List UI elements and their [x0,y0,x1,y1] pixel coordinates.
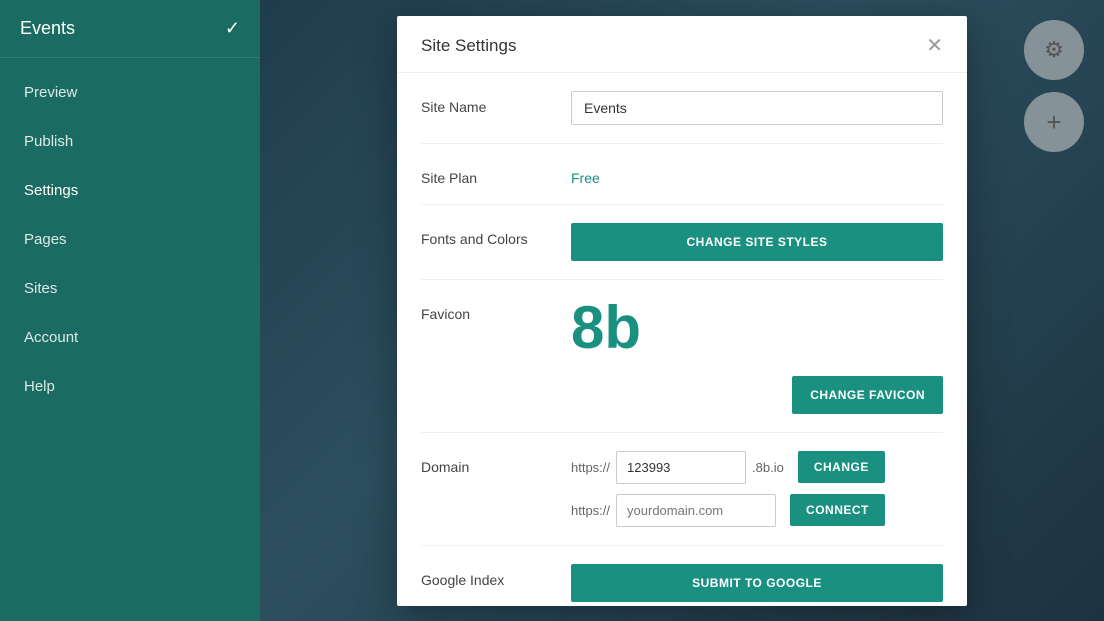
primary-domain-prefix: https:// [571,460,610,475]
primary-domain-suffix: .8b.io [752,460,784,475]
custom-domain-row: https:// CONNECT [571,494,943,527]
change-favicon-button[interactable]: CHANGE FAVICON [792,376,943,414]
sidebar: Events ✓ Preview Publish Settings Pages … [0,0,260,621]
google-index-content: SUBMIT TO GOOGLE [571,564,943,602]
domain-label: Domain [421,451,551,475]
site-name-content [571,91,943,125]
site-name-input[interactable] [571,91,943,125]
connect-domain-button[interactable]: CONNECT [790,494,885,526]
sidebar-item-publish[interactable]: Publish [0,117,260,166]
favicon-display: 8b [571,298,943,358]
site-settings-modal: Site Settings ✕ Site Name Site Plan Free [397,16,967,606]
sidebar-check-icon: ✓ [225,18,240,39]
change-site-styles-button[interactable]: CHANGE SITE STYLES [571,223,943,261]
sidebar-title: Events [20,18,75,39]
sidebar-item-preview[interactable]: Preview [0,68,260,117]
domain-content: https:// .8b.io CHANGE https:// CONNECT [571,451,943,527]
google-index-row: Google Index SUBMIT TO GOOGLE [421,546,943,606]
favicon-row: Favicon 8b CHANGE FAVICON [421,280,943,433]
favicon-content: 8b CHANGE FAVICON [571,298,943,414]
submit-to-google-button[interactable]: SUBMIT TO GOOGLE [571,564,943,602]
site-plan-link[interactable]: Free [571,162,943,186]
modal-close-button[interactable]: ✕ [926,36,943,56]
fonts-colors-label: Fonts and Colors [421,223,551,247]
site-plan-content: Free [571,162,943,186]
sidebar-item-sites[interactable]: Sites [0,264,260,313]
sidebar-item-settings[interactable]: Settings [0,166,260,215]
domain-row: Domain https:// .8b.io CHANGE https:// [421,433,943,546]
sidebar-item-pages[interactable]: Pages [0,215,260,264]
primary-domain-row: https:// .8b.io CHANGE [571,451,943,484]
site-plan-label: Site Plan [421,162,551,186]
fonts-colors-row: Fonts and Colors CHANGE SITE STYLES [421,205,943,280]
modal-title: Site Settings [421,36,516,56]
modal-overlay: Site Settings ✕ Site Name Site Plan Free [260,0,1104,621]
modal-body: Site Name Site Plan Free Fonts and Color… [397,73,967,606]
main-area: ⚙ + Site Settings ✕ Site Name [260,0,1104,621]
modal-header: Site Settings ✕ [397,16,967,73]
custom-domain-input[interactable] [616,494,776,527]
sidebar-item-account[interactable]: Account [0,313,260,362]
sidebar-nav: Preview Publish Settings Pages Sites Acc… [0,58,260,421]
fonts-colors-content: CHANGE SITE STYLES [571,223,943,261]
custom-domain-prefix: https:// [571,503,610,518]
site-name-label: Site Name [421,91,551,115]
change-domain-button[interactable]: CHANGE [798,451,885,483]
sidebar-header: Events ✓ [0,0,260,58]
sidebar-item-help[interactable]: Help [0,362,260,411]
primary-domain-input[interactable] [616,451,746,484]
site-name-row: Site Name [421,73,943,144]
site-plan-row: Site Plan Free [421,144,943,205]
google-index-label: Google Index [421,564,551,588]
favicon-label: Favicon [421,298,551,322]
